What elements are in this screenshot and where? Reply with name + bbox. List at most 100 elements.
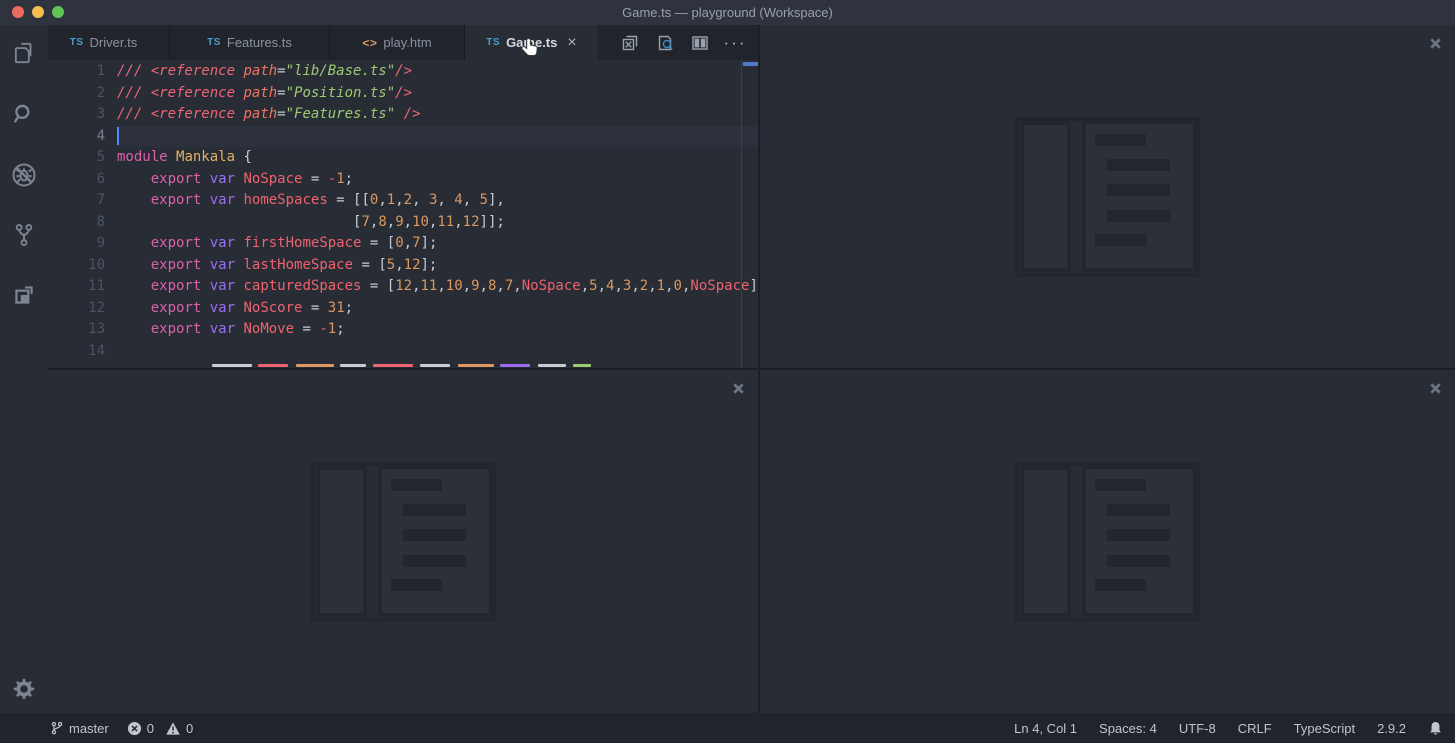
ellipsis-icon: ···: [724, 38, 747, 48]
tab-features-ts[interactable]: TS Features.ts: [170, 25, 330, 60]
line-number[interactable]: 2: [48, 83, 117, 105]
empty-editor-watermark: [311, 462, 496, 622]
indentation-status[interactable]: Spaces: 4: [1099, 721, 1157, 736]
encoding-status[interactable]: UTF-8: [1179, 721, 1216, 736]
sidebar-item-source-control[interactable]: [0, 215, 48, 255]
line-number[interactable]: 6: [48, 169, 117, 191]
title-bar: Game.ts — playground (Workspace): [0, 0, 1455, 25]
status-bar: master 0 0 Ln 4, Col 1 Spaces: 4 UTF-8: [0, 713, 1455, 743]
overview-ruler[interactable]: [741, 60, 742, 368]
line-number[interactable]: 5: [48, 147, 117, 169]
preview-search-icon: [655, 33, 675, 53]
split-editor-button[interactable]: [687, 30, 713, 56]
code-line[interactable]: 9 export var firstHomeSpace = [0,7];: [48, 233, 758, 255]
activity-bar: [0, 25, 48, 713]
code-line[interactable]: 13 export var NoMove = -1;: [48, 319, 758, 341]
gear-icon: [11, 676, 37, 702]
git-branch-status[interactable]: master: [50, 720, 109, 736]
typescript-file-icon: TS: [70, 37, 84, 48]
code-line[interactable]: 12 export var NoScore = 31;: [48, 298, 758, 320]
typescript-file-icon: TS: [486, 37, 500, 48]
code-line[interactable]: 6 export var NoSpace = -1;: [48, 169, 758, 191]
code-line[interactable]: 4: [48, 126, 758, 148]
empty-editor-watermark: [1015, 117, 1200, 277]
text-cursor: [117, 127, 119, 145]
split-editor-icon: [690, 33, 710, 53]
branch-name: master: [69, 721, 109, 736]
bell-icon: [1428, 720, 1443, 736]
code-lines: 1/// <reference path="lib/Base.ts"/>2///…: [48, 61, 758, 362]
editor-group-bottom-left[interactable]: [48, 370, 758, 713]
code-editor[interactable]: 1/// <reference path="lib/Base.ts"/>2///…: [48, 60, 758, 368]
ts-version-status[interactable]: 2.9.2: [1377, 721, 1406, 736]
more-actions-button[interactable]: ···: [722, 30, 748, 56]
empty-editor-watermark: [1015, 462, 1200, 622]
tab-label: Game.ts: [506, 35, 557, 50]
close-editor-group-button[interactable]: [728, 378, 748, 398]
line-number[interactable]: 4: [48, 126, 117, 148]
line-number[interactable]: 8: [48, 212, 117, 234]
line-number[interactable]: 13: [48, 319, 117, 341]
line-number[interactable]: 14: [48, 341, 117, 363]
tab-label: play.htm: [383, 35, 431, 50]
errors-icon: [127, 721, 142, 736]
notifications-bell[interactable]: [1428, 720, 1443, 736]
files-icon: [11, 40, 37, 66]
line-number[interactable]: 12: [48, 298, 117, 320]
line-number[interactable]: 7: [48, 190, 117, 212]
open-preview-button[interactable]: [652, 30, 678, 56]
line-number[interactable]: 10: [48, 255, 117, 277]
editor-group-top-left: TS Driver.ts TS Features.ts <> play.htm …: [48, 25, 758, 368]
zoom-window-button[interactable]: [52, 6, 64, 18]
language-mode-status[interactable]: TypeScript: [1294, 721, 1355, 736]
window-title: Game.ts — playground (Workspace): [622, 5, 833, 20]
html-file-icon: <>: [362, 36, 377, 50]
close-icon: [1429, 37, 1442, 50]
code-line[interactable]: 2/// <reference path="Position.ts"/>: [48, 83, 758, 105]
code-line[interactable]: 8 [7,8,9,10,11,12]];: [48, 212, 758, 234]
tab-label: Features.ts: [227, 35, 292, 50]
branch-icon: [50, 720, 64, 736]
warnings-icon: [165, 721, 181, 736]
sidebar-item-explorer[interactable]: [0, 33, 48, 73]
close-all-editors-button[interactable]: [617, 30, 643, 56]
tab-driver-ts[interactable]: TS Driver.ts: [48, 25, 170, 60]
line-number[interactable]: 3: [48, 104, 117, 126]
editor-group-bottom-right[interactable]: [760, 370, 1455, 713]
overview-ruler-cursor-decoration: [743, 62, 758, 66]
warning-count: 0: [186, 721, 193, 736]
editor-group-top-right[interactable]: [760, 25, 1455, 368]
code-line[interactable]: 7 export var homeSpaces = [[0,1,2, 3, 4,…: [48, 190, 758, 212]
settings-gear-button[interactable]: [0, 669, 48, 709]
code-line[interactable]: 14: [48, 341, 758, 363]
line-number[interactable]: 9: [48, 233, 117, 255]
tab-label: Driver.ts: [90, 35, 138, 50]
typescript-file-icon: TS: [207, 37, 221, 48]
sidebar-item-debug[interactable]: [0, 155, 48, 195]
line-number[interactable]: 11: [48, 276, 117, 298]
code-line[interactable]: 5module Mankala {: [48, 147, 758, 169]
tab-bar: TS Driver.ts TS Features.ts <> play.htm …: [48, 25, 758, 60]
minimize-window-button[interactable]: [32, 6, 44, 18]
tab-game-ts[interactable]: TS Game.ts ×: [465, 25, 598, 60]
cursor-position-status[interactable]: Ln 4, Col 1: [1014, 721, 1077, 736]
debug-no-bug-icon: [10, 161, 38, 189]
traffic-lights: [12, 6, 64, 18]
search-icon: [11, 101, 37, 127]
code-line[interactable]: 3/// <reference path="Features.ts" />: [48, 104, 758, 126]
close-window-button[interactable]: [12, 6, 24, 18]
tab-play-htm[interactable]: <> play.htm: [330, 25, 465, 60]
sidebar-item-search[interactable]: [0, 94, 48, 134]
eol-status[interactable]: CRLF: [1238, 721, 1272, 736]
line-number[interactable]: 1: [48, 61, 117, 83]
problems-status[interactable]: 0 0: [127, 721, 193, 736]
code-line[interactable]: 11 export var capturedSpaces = [12,11,10…: [48, 276, 758, 298]
git-branch-icon: [11, 222, 37, 248]
code-line[interactable]: 1/// <reference path="lib/Base.ts"/>: [48, 61, 758, 83]
close-tab-icon[interactable]: ×: [567, 35, 576, 51]
sidebar-item-extensions[interactable]: [0, 275, 48, 315]
close-editor-group-button[interactable]: [1425, 33, 1445, 53]
close-editor-group-button[interactable]: [1425, 378, 1445, 398]
close-icon: [732, 382, 745, 395]
code-line[interactable]: 10 export var lastHomeSpace = [5,12];: [48, 255, 758, 277]
